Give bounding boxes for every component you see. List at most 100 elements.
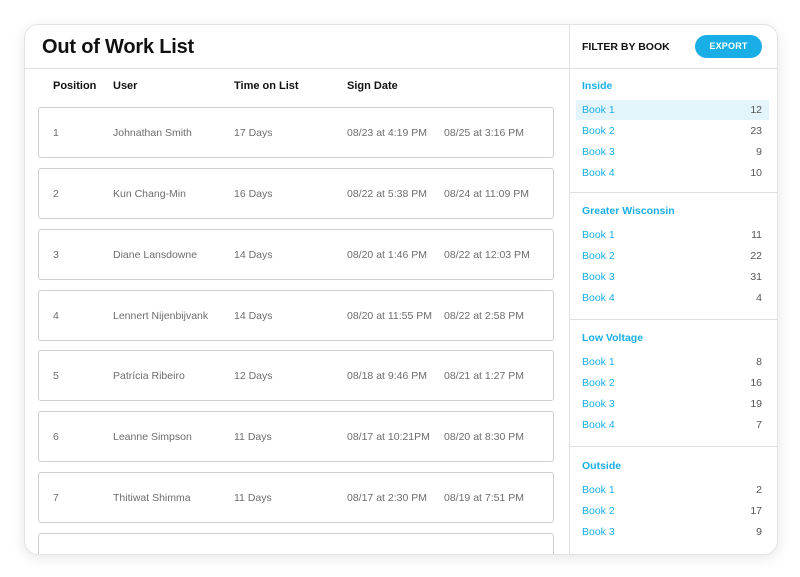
row-sign-date: 08/20 at 11:55 PM [347, 310, 433, 322]
book-count: 17 [750, 505, 762, 517]
book-count: 19 [750, 398, 762, 410]
book-name: Book 1 [582, 229, 615, 241]
row-sign-date: 08/17 at 2:30 PM [347, 492, 427, 504]
row-position: 2 [53, 188, 59, 200]
book-count: 12 [750, 104, 762, 116]
book-count: 31 [750, 271, 762, 283]
row-user: Diane Lansdowne [113, 249, 198, 261]
group-divider [570, 192, 777, 193]
export-button[interactable]: EXPORT [695, 35, 762, 58]
row-user: Lennert Nijenbijvank [113, 310, 209, 322]
book-name: Book 3 [582, 398, 615, 410]
book-name: Book 3 [582, 526, 615, 538]
row-position: 4 [53, 310, 59, 322]
table-row[interactable]: 3 Diane Lansdowne 14 Days 08/20 at 1:46 … [38, 229, 554, 280]
row-second-date: 08/20 at 8:30 PM [444, 431, 524, 443]
row-time-on-list: 11 Days [234, 431, 272, 443]
book-name: Book 3 [582, 271, 615, 283]
row-user: Kun Chang-Min [113, 188, 186, 200]
book-item-inside-book-1[interactable]: Book 1 12 [576, 100, 769, 120]
row-second-date: 08/22 at 2:58 PM [444, 310, 524, 322]
row-user: Thitiwat Shimma [113, 492, 191, 504]
book-item-low-voltage-book-1[interactable]: Book 1 8 [576, 352, 769, 372]
book-count: 11 [751, 229, 762, 241]
book-name: Book 2 [582, 125, 615, 137]
row-time-on-list: 12 Days [234, 370, 273, 382]
row-sign-date: 08/20 at 1:46 PM [347, 249, 427, 261]
book-count: 8 [756, 356, 762, 368]
table-row[interactable]: 4 Lennert Nijenbijvank 14 Days 08/20 at … [38, 290, 554, 341]
book-count: 10 [750, 167, 762, 179]
book-name: Book 2 [582, 250, 615, 262]
row-time-on-list: 17 Days [234, 127, 273, 139]
book-name: Book 1 [582, 104, 615, 116]
filter-by-book-label: FILTER BY BOOK [582, 41, 670, 53]
table-row[interactable]: 7 Thitiwat Shimma 11 Days 08/17 at 2:30 … [38, 472, 554, 523]
row-user: Leanne Simpson [113, 431, 192, 443]
book-name: Book 3 [582, 146, 615, 158]
book-item-greater-wisconsin-book-4[interactable]: Book 4 4 [576, 288, 769, 308]
book-count: 2 [756, 484, 762, 496]
row-position: 5 [53, 370, 59, 382]
group-title-greater-wisconsin: Greater Wisconsin [582, 205, 675, 217]
group-title-inside: Inside [582, 80, 613, 92]
book-item-inside-book-2[interactable]: Book 2 23 [576, 121, 769, 141]
row-time-on-list: 16 Days [234, 188, 273, 200]
book-item-inside-book-3[interactable]: Book 3 9 [576, 142, 769, 162]
page-title: Out of Work List [42, 36, 194, 58]
main-header: Out of Work List [25, 25, 569, 69]
row-second-date: 08/24 at 11:09 PM [444, 188, 530, 200]
filter-sidebar: FILTER BY BOOK EXPORT Inside Book 1 12 B… [570, 25, 777, 554]
row-sign-date: 08/23 at 4:19 PM [347, 127, 427, 139]
book-count: 23 [750, 125, 762, 137]
group-title-low-voltage: Low Voltage [582, 332, 644, 344]
row-second-date: 08/25 at 3:16 PM [444, 127, 524, 139]
book-item-greater-wisconsin-book-3[interactable]: Book 3 31 [576, 267, 769, 287]
row-sign-date: 08/18 at 9:46 PM [347, 370, 427, 382]
book-item-outside-book-3[interactable]: Book 3 9 [576, 522, 769, 542]
table-row[interactable]: 5 Patrícia Ribeiro 12 Days 08/18 at 9:46… [38, 350, 554, 401]
row-time-on-list: 11 Days [234, 492, 272, 504]
table-row[interactable]: 6 Leanne Simpson 11 Days 08/17 at 10:21P… [38, 411, 554, 462]
book-item-greater-wisconsin-book-2[interactable]: Book 2 22 [576, 246, 769, 266]
book-name: Book 4 [582, 419, 615, 431]
row-position: 1 [53, 127, 59, 139]
book-count: 7 [756, 419, 762, 431]
book-count: 4 [756, 292, 762, 304]
group-divider [570, 319, 777, 320]
book-item-low-voltage-book-2[interactable]: Book 2 16 [576, 373, 769, 393]
book-item-low-voltage-book-4[interactable]: Book 4 7 [576, 415, 769, 435]
row-position: 3 [53, 249, 59, 261]
book-item-outside-book-2[interactable]: Book 2 17 [576, 501, 769, 521]
out-of-work-card: Out of Work List Position User Time on L… [24, 24, 778, 555]
table-row-partial[interactable] [38, 533, 554, 554]
row-second-date: 08/19 at 7:51 PM [444, 492, 524, 504]
table-row[interactable]: 2 Kun Chang-Min 16 Days 08/22 at 5:38 PM… [38, 168, 554, 219]
book-name: Book 1 [582, 484, 615, 496]
row-user: Patrícia Ribeiro [113, 370, 185, 382]
book-count: 9 [756, 146, 762, 158]
row-time-on-list: 14 Days [234, 249, 273, 261]
book-name: Book 4 [582, 167, 615, 179]
group-title-outside: Outside [582, 460, 622, 472]
book-count: 16 [750, 377, 762, 389]
row-position: 7 [53, 492, 59, 504]
column-header-time-on-list[interactable]: Time on List [234, 80, 299, 92]
column-header-user[interactable]: User [113, 80, 137, 92]
column-header-sign-date[interactable]: Sign Date [347, 80, 398, 92]
row-time-on-list: 14 Days [234, 310, 273, 322]
book-item-greater-wisconsin-book-1[interactable]: Book 1 11 [576, 225, 769, 245]
book-name: Book 4 [582, 292, 615, 304]
book-name: Book 2 [582, 377, 615, 389]
book-item-low-voltage-book-3[interactable]: Book 3 19 [576, 394, 769, 414]
column-header-position[interactable]: Position [53, 80, 96, 92]
table-row[interactable]: 1 Johnathan Smith 17 Days 08/23 at 4:19 … [38, 107, 554, 158]
book-name: Book 2 [582, 505, 615, 517]
book-item-inside-book-4[interactable]: Book 4 10 [576, 163, 769, 183]
row-sign-date: 08/22 at 5:38 PM [347, 188, 427, 200]
row-second-date: 08/22 at 12:03 PM [444, 249, 530, 261]
book-item-outside-book-1[interactable]: Book 1 2 [576, 480, 769, 500]
book-name: Book 1 [582, 356, 615, 368]
book-count: 22 [750, 250, 762, 262]
row-sign-date: 08/17 at 10:21PM [347, 431, 430, 443]
